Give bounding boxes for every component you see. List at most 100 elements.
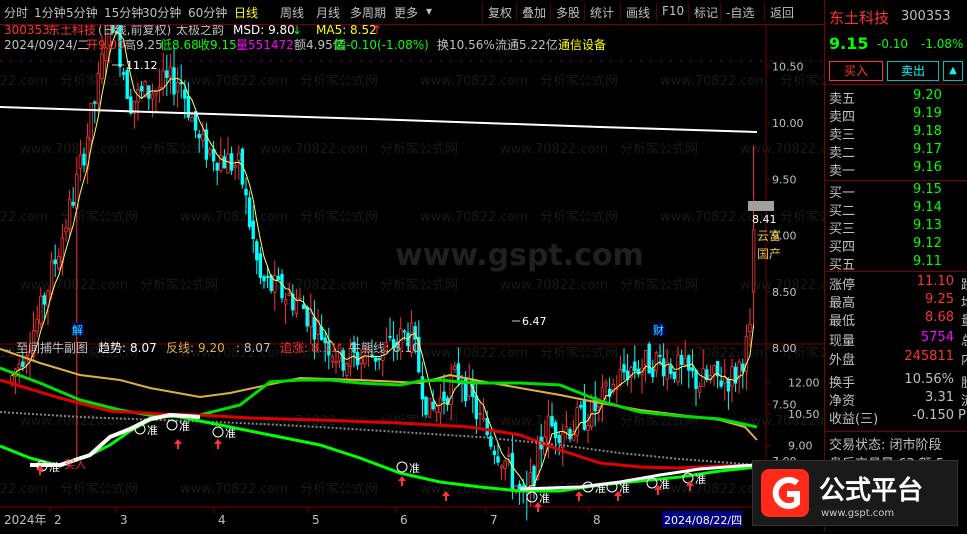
candle-body[interactable] <box>402 330 407 333</box>
tool-tab-1[interactable]: 叠加 <box>522 4 546 21</box>
tab-9[interactable]: 多周期 <box>350 4 386 21</box>
tool-tab-5[interactable]: F10 <box>662 4 684 18</box>
candle-body[interactable] <box>575 407 579 436</box>
candle-body[interactable] <box>604 382 608 386</box>
candle-body[interactable] <box>687 355 691 371</box>
candle-body[interactable] <box>730 366 734 387</box>
candle-body[interactable] <box>751 229 756 293</box>
candle-body[interactable] <box>424 396 428 415</box>
candle-body[interactable] <box>21 361 25 367</box>
tool-tab-6[interactable]: 标记 <box>694 4 718 21</box>
candle-body[interactable] <box>427 397 432 418</box>
candle-body[interactable] <box>82 153 86 166</box>
candle-body[interactable] <box>121 72 126 75</box>
candle-body[interactable] <box>622 364 626 373</box>
candle-body[interactable] <box>582 400 587 430</box>
candle-body[interactable] <box>413 326 417 340</box>
candle-body[interactable] <box>53 259 57 265</box>
candle-body[interactable] <box>265 275 270 278</box>
candle-body[interactable] <box>251 220 255 239</box>
candle-body[interactable] <box>157 86 162 90</box>
candle-body[interactable] <box>453 365 457 370</box>
buy-level-3[interactable]: 买三 9.13 <box>829 218 967 237</box>
candle-body[interactable] <box>255 241 259 261</box>
candle-body[interactable] <box>431 401 435 410</box>
candle-body[interactable] <box>388 335 392 338</box>
candle-body[interactable] <box>636 368 641 375</box>
buy-level-4[interactable]: 买四 9.12 <box>829 236 967 255</box>
candle-body[interactable] <box>474 395 479 420</box>
candle-body[interactable] <box>654 352 659 372</box>
tab-0[interactable]: 分时 <box>4 4 28 21</box>
tab-5[interactable]: 60分钟 <box>188 4 227 21</box>
candle-body[interactable] <box>247 197 252 228</box>
sell-button[interactable]: 卖出 <box>887 61 939 81</box>
candle-body[interactable] <box>42 295 47 305</box>
candle-body[interactable] <box>96 73 101 105</box>
candle-body[interactable] <box>712 365 716 374</box>
candle-body[interactable] <box>283 299 288 305</box>
tab-3[interactable]: 15分钟 <box>104 4 143 21</box>
candle-body[interactable] <box>499 465 504 469</box>
candle-body[interactable] <box>35 318 39 333</box>
candle-body[interactable] <box>125 70 129 99</box>
candle-body[interactable] <box>49 260 54 295</box>
buy-level-1[interactable]: 买一 9.15 <box>829 182 967 201</box>
tab-4[interactable]: 30分钟 <box>142 4 181 21</box>
candle-body[interactable] <box>618 369 623 385</box>
candle-body[interactable] <box>64 227 68 233</box>
candle-body[interactable] <box>244 188 248 196</box>
candle-body[interactable] <box>435 405 439 413</box>
candle-body[interactable] <box>312 317 317 340</box>
candle-body[interactable] <box>165 70 169 78</box>
candle-body[interactable] <box>546 415 551 443</box>
candle-body[interactable] <box>586 425 590 431</box>
tool-tab-2[interactable]: 多股 <box>556 4 580 21</box>
candle-body[interactable] <box>377 357 381 361</box>
more-arrow-icon[interactable]: ▾ <box>426 4 432 18</box>
candle-body[interactable] <box>359 358 363 364</box>
candle-body[interactable] <box>510 452 515 490</box>
candle-body[interactable] <box>222 156 227 169</box>
candle-body[interactable] <box>39 295 43 324</box>
candle-body[interactable] <box>197 134 201 139</box>
candle-body[interactable] <box>273 275 277 293</box>
candle-body[interactable] <box>492 450 497 455</box>
candle-body[interactable] <box>363 355 367 365</box>
candle-body[interactable] <box>373 357 378 362</box>
tool-tab-8[interactable]: 返回 <box>770 4 794 21</box>
candle-body[interactable] <box>305 306 309 327</box>
tool-tab-7[interactable]: -自选 <box>726 4 754 21</box>
candle-body[interactable] <box>564 426 569 433</box>
candle-body[interactable] <box>237 152 241 161</box>
tab-6[interactable]: 日线 <box>234 4 258 21</box>
candle-body[interactable] <box>553 422 558 439</box>
tool-tab-3[interactable]: 统计 <box>590 4 614 21</box>
candle-body[interactable] <box>301 304 306 310</box>
candle-body[interactable] <box>557 435 561 444</box>
tool-tab-4[interactable]: 画线 <box>626 4 650 21</box>
candle-body[interactable] <box>139 86 144 92</box>
candle-body[interactable] <box>89 102 93 141</box>
candle-body[interactable] <box>201 133 205 141</box>
candle-body[interactable] <box>697 386 702 393</box>
candle-body[interactable] <box>294 300 299 314</box>
candle-body[interactable] <box>309 312 313 328</box>
buy-level-2[interactable]: 买二 9.14 <box>829 200 967 219</box>
candle-body[interactable] <box>10 375 14 383</box>
sell-level-2[interactable]: 卖二 9.17 <box>829 142 967 161</box>
candle-body[interactable] <box>208 148 212 155</box>
candle-body[interactable] <box>647 343 651 374</box>
candle-body[interactable] <box>262 276 266 282</box>
candle-body[interactable] <box>507 454 511 457</box>
kline-chart[interactable]: www.70822.com 分析家公式网 www.70822.com 分析家公式网 ww… <box>0 0 938 531</box>
tab-7[interactable]: 周线 <box>280 4 304 21</box>
tab-2[interactable]: 5分钟 <box>66 4 98 21</box>
candle-body[interactable] <box>190 117 194 122</box>
tab-10[interactable]: 更多 <box>394 4 418 21</box>
candle-body[interactable] <box>298 297 302 300</box>
candle-body[interactable] <box>481 417 486 421</box>
candle-body[interactable] <box>723 377 727 384</box>
candle-body[interactable] <box>161 70 165 89</box>
sell-level-3[interactable]: 卖三 9.18 <box>829 124 967 143</box>
